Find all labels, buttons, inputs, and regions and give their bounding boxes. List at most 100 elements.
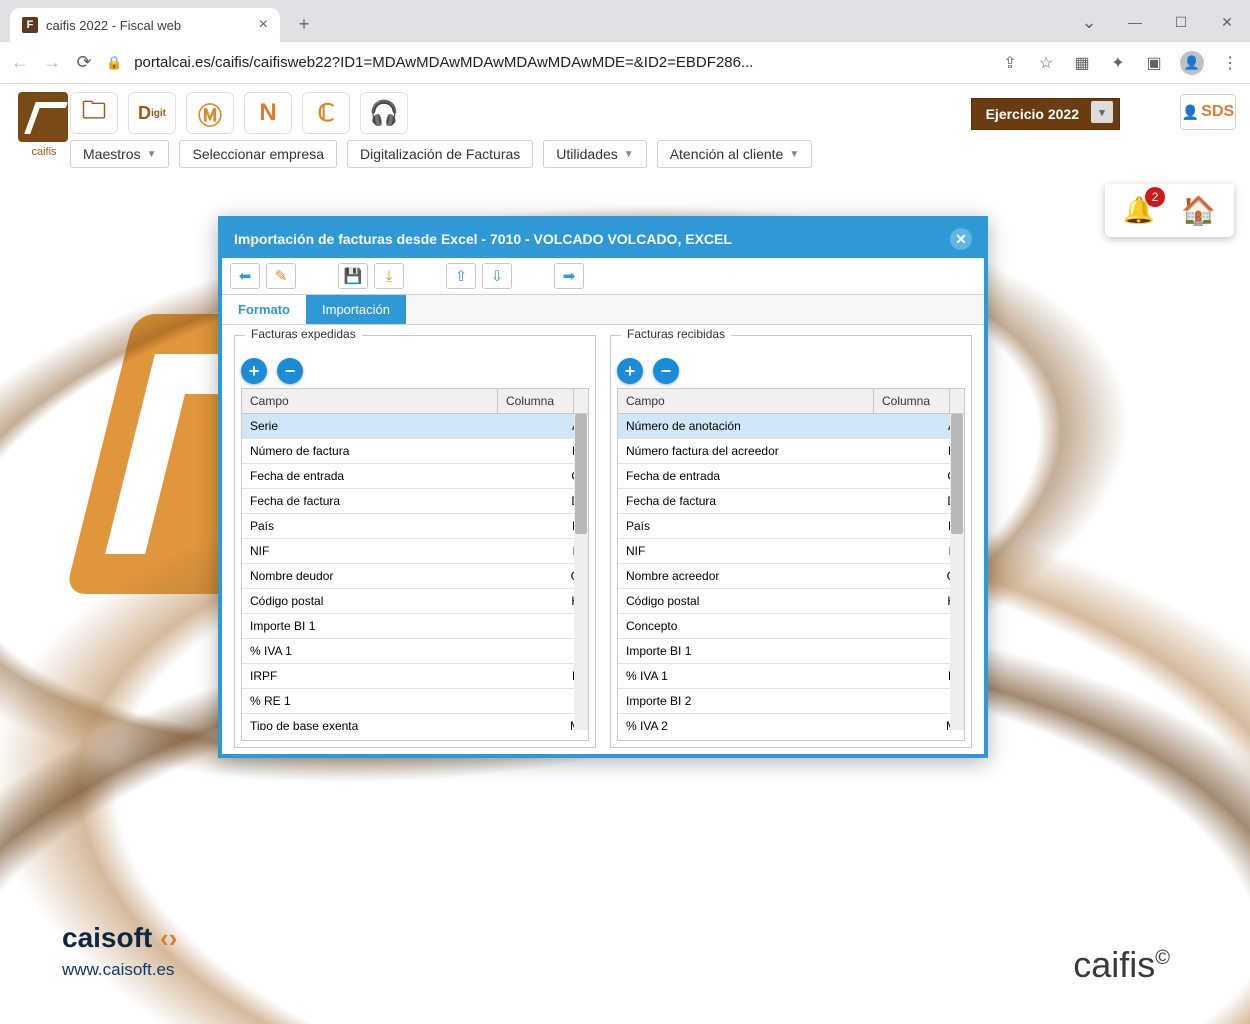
- table-row[interactable]: Número de facturaB: [242, 439, 588, 464]
- table-row[interactable]: PaísE: [618, 514, 964, 539]
- cell-campo: País: [618, 514, 888, 538]
- bookmark-star-icon[interactable]: ☆: [1036, 53, 1056, 73]
- tab-importacion[interactable]: Importación: [306, 295, 406, 324]
- tb-open-icon[interactable]: ⬅: [230, 263, 260, 289]
- cell-campo: Número de factura: [242, 439, 512, 463]
- header-m-icon[interactable]: Ⓜ: [186, 92, 234, 134]
- app-logo-icon[interactable]: [18, 92, 68, 142]
- header-digit-icon[interactable]: Digit: [128, 92, 176, 134]
- panel-expedidas: Facturas expedidas + − Campo Columna Ser…: [234, 335, 596, 748]
- window-close-button[interactable]: ✕: [1204, 2, 1250, 42]
- cell-campo: Importe BI 1: [618, 639, 888, 663]
- home-icon[interactable]: 🏠: [1181, 194, 1216, 227]
- tab-favicon: F: [22, 17, 38, 33]
- table-row[interactable]: NIFF: [618, 539, 964, 564]
- table-row[interactable]: Importe BI 2L: [618, 689, 964, 714]
- window-minimize-button[interactable]: —: [1112, 2, 1158, 42]
- sds-button[interactable]: SDS: [1180, 94, 1236, 130]
- menu-atencion-cliente[interactable]: Atención al cliente▼: [657, 140, 813, 168]
- recibidas-add-button[interactable]: +: [617, 358, 643, 384]
- expedidas-remove-button[interactable]: −: [277, 358, 303, 384]
- import-dialog: Importación de facturas desde Excel - 70…: [218, 216, 988, 758]
- table-row[interactable]: Código postalH: [242, 589, 588, 614]
- chrome-menu-icon[interactable]: ⋮: [1220, 53, 1240, 73]
- col-header-campo[interactable]: Campo: [618, 389, 874, 413]
- col-header-columna[interactable]: Columna: [498, 389, 574, 413]
- tb-download-icon[interactable]: ⤓: [374, 263, 404, 289]
- sidepanel-icon[interactable]: ▣: [1144, 53, 1164, 73]
- tab-title: caifis 2022 - Fiscal web: [46, 18, 251, 33]
- dialog-close-button[interactable]: ✕: [950, 228, 972, 250]
- panel-legend-recibidas: Facturas recibidas: [621, 327, 731, 341]
- ejercicio-selector[interactable]: Ejercicio 2022: [971, 98, 1120, 130]
- table-row[interactable]: % IVA 1K: [618, 664, 964, 689]
- window-dropdown-icon[interactable]: ⌄: [1066, 2, 1112, 42]
- header-headset-icon[interactable]: 🎧: [360, 92, 408, 134]
- lock-icon[interactable]: 🔒: [106, 55, 122, 71]
- nav-forward-icon[interactable]: →: [42, 53, 62, 73]
- cell-campo: % IVA 1: [618, 664, 888, 688]
- table-row[interactable]: ConceptoI: [618, 614, 964, 639]
- menu-utilidades[interactable]: Utilidades▼: [543, 140, 646, 168]
- tb-sort-asc-icon[interactable]: ⇧: [446, 263, 476, 289]
- window-maximize-button[interactable]: ☐: [1158, 2, 1204, 42]
- profile-avatar-icon[interactable]: 👤: [1180, 51, 1204, 75]
- new-tab-button[interactable]: +: [290, 10, 318, 38]
- table-row[interactable]: % RE 1L: [242, 689, 588, 714]
- cell-campo: NIF: [618, 539, 888, 563]
- table-row[interactable]: IRPFK: [242, 664, 588, 689]
- menu-maestros[interactable]: Maestros▼: [70, 140, 169, 168]
- tb-sort-desc-icon[interactable]: ⇩: [482, 263, 512, 289]
- tb-edit-icon[interactable]: ✎: [266, 263, 296, 289]
- grid-scrollbar[interactable]: [574, 414, 588, 730]
- table-row[interactable]: % IVA 2M: [618, 714, 964, 730]
- header-cc-icon[interactable]: ℂ: [302, 92, 350, 134]
- table-row[interactable]: PaísE: [242, 514, 588, 539]
- tab-formato[interactable]: Formato: [222, 295, 306, 324]
- table-row[interactable]: Nombre acreedorG: [618, 564, 964, 589]
- cell-campo: % IVA 1: [242, 639, 512, 663]
- table-row[interactable]: Fecha de facturaD: [242, 489, 588, 514]
- table-row[interactable]: Código postalH: [618, 589, 964, 614]
- share-icon[interactable]: ⇪: [1000, 53, 1020, 73]
- tb-export-icon[interactable]: ➡: [554, 263, 584, 289]
- notifications-icon[interactable]: 🔔2: [1123, 195, 1155, 226]
- dialog-tabs: Formato Importación: [222, 295, 984, 325]
- dialog-titlebar: Importación de facturas desde Excel - 70…: [222, 220, 984, 258]
- table-row[interactable]: % IVA 1J: [242, 639, 588, 664]
- nav-back-icon[interactable]: ←: [10, 53, 30, 73]
- table-row[interactable]: Fecha de facturaD: [618, 489, 964, 514]
- table-row[interactable]: SerieA: [242, 414, 588, 439]
- recibidas-remove-button[interactable]: −: [653, 358, 679, 384]
- col-header-campo[interactable]: Campo: [242, 389, 498, 413]
- footer-site-link[interactable]: www.caisoft.es: [62, 960, 177, 980]
- header-n-icon[interactable]: N: [244, 92, 292, 134]
- cell-campo: Nombre acreedor: [618, 564, 888, 588]
- tb-save-icon[interactable]: 💾: [338, 263, 368, 289]
- expedidas-add-button[interactable]: +: [241, 358, 267, 384]
- address-bar[interactable]: portalcai.es/caifis/caifisweb22?ID1=MDAw…: [134, 54, 988, 71]
- browser-tab[interactable]: F caifis 2022 - Fiscal web ×: [10, 8, 280, 42]
- table-row[interactable]: Nombre deudorG: [242, 564, 588, 589]
- table-row[interactable]: Importe BI 1I: [242, 614, 588, 639]
- table-row[interactable]: Tipo de base exentaM: [242, 714, 588, 730]
- table-row[interactable]: NIFF: [242, 539, 588, 564]
- menu-seleccionar-empresa[interactable]: Seleccionar empresa: [179, 140, 337, 168]
- table-row[interactable]: Número de anotaciónA: [618, 414, 964, 439]
- cell-campo: Concepto: [618, 614, 888, 638]
- grid-expedidas: Campo Columna SerieANúmero de facturaBFe…: [241, 388, 589, 741]
- menu-digitalizacion[interactable]: Digitalización de Facturas: [347, 140, 533, 168]
- table-row[interactable]: Importe BI 1J: [618, 639, 964, 664]
- header-folder-icon[interactable]: 🗀: [70, 92, 118, 134]
- table-row[interactable]: Fecha de entradaC: [242, 464, 588, 489]
- tab-close-icon[interactable]: ×: [259, 16, 268, 34]
- grid-scrollbar[interactable]: [950, 414, 964, 730]
- browser-tab-strip: F caifis 2022 - Fiscal web × + ⌄ — ☐ ✕: [0, 0, 1250, 42]
- extensions-icon[interactable]: ✦: [1108, 53, 1128, 73]
- col-header-columna[interactable]: Columna: [874, 389, 950, 413]
- panel-legend-expedidas: Facturas expedidas: [245, 327, 362, 341]
- table-row[interactable]: Número factura del acreedorB: [618, 439, 964, 464]
- table-row[interactable]: Fecha de entradaC: [618, 464, 964, 489]
- nav-reload-icon[interactable]: ⟳: [74, 53, 94, 73]
- qr-icon[interactable]: ▦: [1072, 53, 1092, 73]
